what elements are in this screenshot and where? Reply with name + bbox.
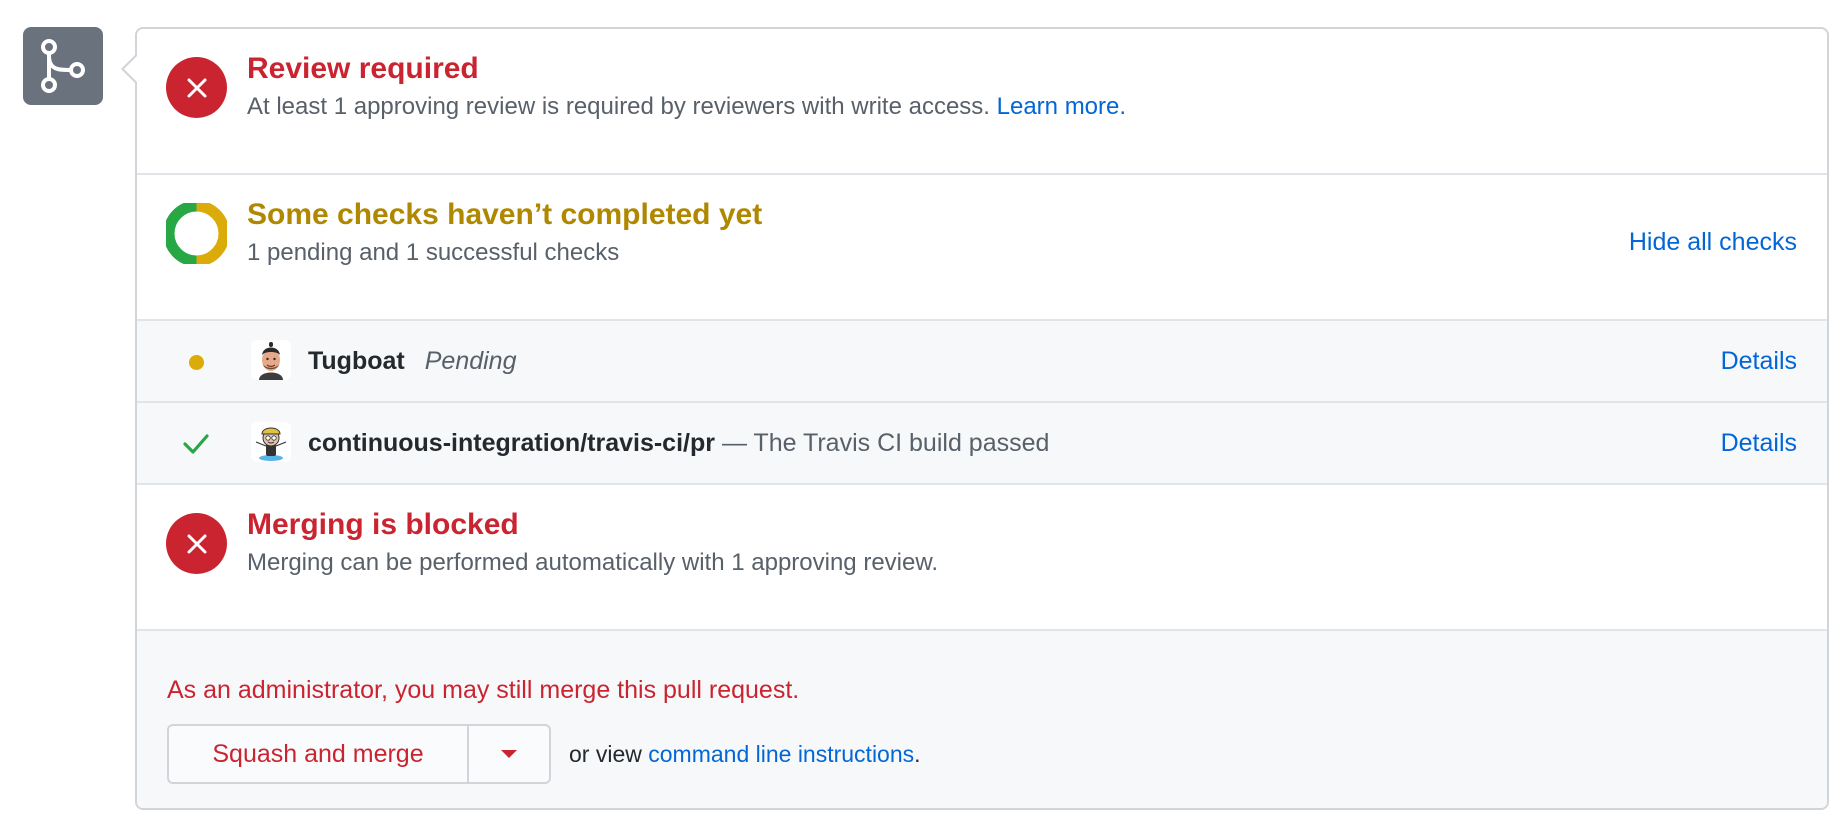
review-description-text: At least 1 approving review is required …: [247, 93, 990, 120]
check-name: continuous-integration/travis-ci/pr: [308, 429, 715, 457]
check-icon: [181, 429, 211, 459]
checks-title: Some checks haven’t completed yet: [247, 198, 763, 231]
check-row-travis: continuous-integration/travis-ci/pr — Th…: [137, 403, 1827, 485]
caret-down-icon: [501, 750, 517, 758]
check-description: — The Travis CI build passed: [721, 429, 1050, 457]
check-name-line: continuous-integration/travis-ci/pr — Th…: [308, 427, 1049, 459]
review-title: Review required: [247, 52, 479, 85]
checks-summary: 1 pending and 1 successful checks: [247, 239, 620, 266]
learn-more-link[interactable]: Learn more.: [997, 93, 1126, 120]
admin-merge-section: As an administrator, you may still merge…: [137, 631, 1827, 808]
check-name: Tugboat: [308, 347, 405, 375]
x-icon: [166, 57, 227, 118]
squash-and-merge-button[interactable]: Squash and merge: [169, 726, 469, 782]
blocked-title: Merging is blocked: [247, 508, 519, 541]
check-row-tugboat: Tugboat Pending Details: [137, 321, 1827, 403]
merge-button-group: Squash and merge: [167, 724, 551, 784]
blocked-description: Merging can be performed automatically w…: [247, 549, 939, 576]
review-section: Review required At least 1 approving rev…: [137, 29, 1827, 175]
tugboat-avatar[interactable]: [251, 340, 291, 380]
git-branch-icon: [23, 27, 103, 105]
details-link[interactable]: Details: [1721, 345, 1797, 377]
check-name-line: Tugboat Pending: [308, 345, 516, 377]
hide-all-checks-link[interactable]: Hide all checks: [1629, 227, 1797, 257]
merge-method-dropdown[interactable]: [469, 726, 549, 782]
command-line-instructions-link[interactable]: command line instructions: [648, 741, 914, 767]
details-link[interactable]: Details: [1721, 427, 1797, 459]
merge-status-box: Review required At least 1 approving rev…: [135, 27, 1829, 810]
travis-avatar[interactable]: [251, 422, 291, 462]
cli-prefix: or view: [569, 741, 642, 767]
box-pointer-fill: [124, 56, 137, 82]
merge-panel: Review required At least 1 approving rev…: [0, 0, 1844, 828]
x-icon: [166, 513, 227, 574]
pending-dot-icon: [181, 347, 211, 377]
blocked-section: Merging is blocked Merging can be perfor…: [137, 485, 1827, 631]
review-description: At least 1 approving review is required …: [247, 92, 1126, 122]
check-state: Pending: [424, 347, 517, 375]
cli-instructions: or view command line instructions.: [569, 739, 921, 769]
checks-section: Some checks haven’t completed yet 1 pend…: [137, 175, 1827, 321]
admin-note: As an administrator, you may still merge…: [167, 676, 800, 704]
status-ring-icon: [163, 200, 230, 267]
cli-suffix: .: [914, 741, 921, 767]
